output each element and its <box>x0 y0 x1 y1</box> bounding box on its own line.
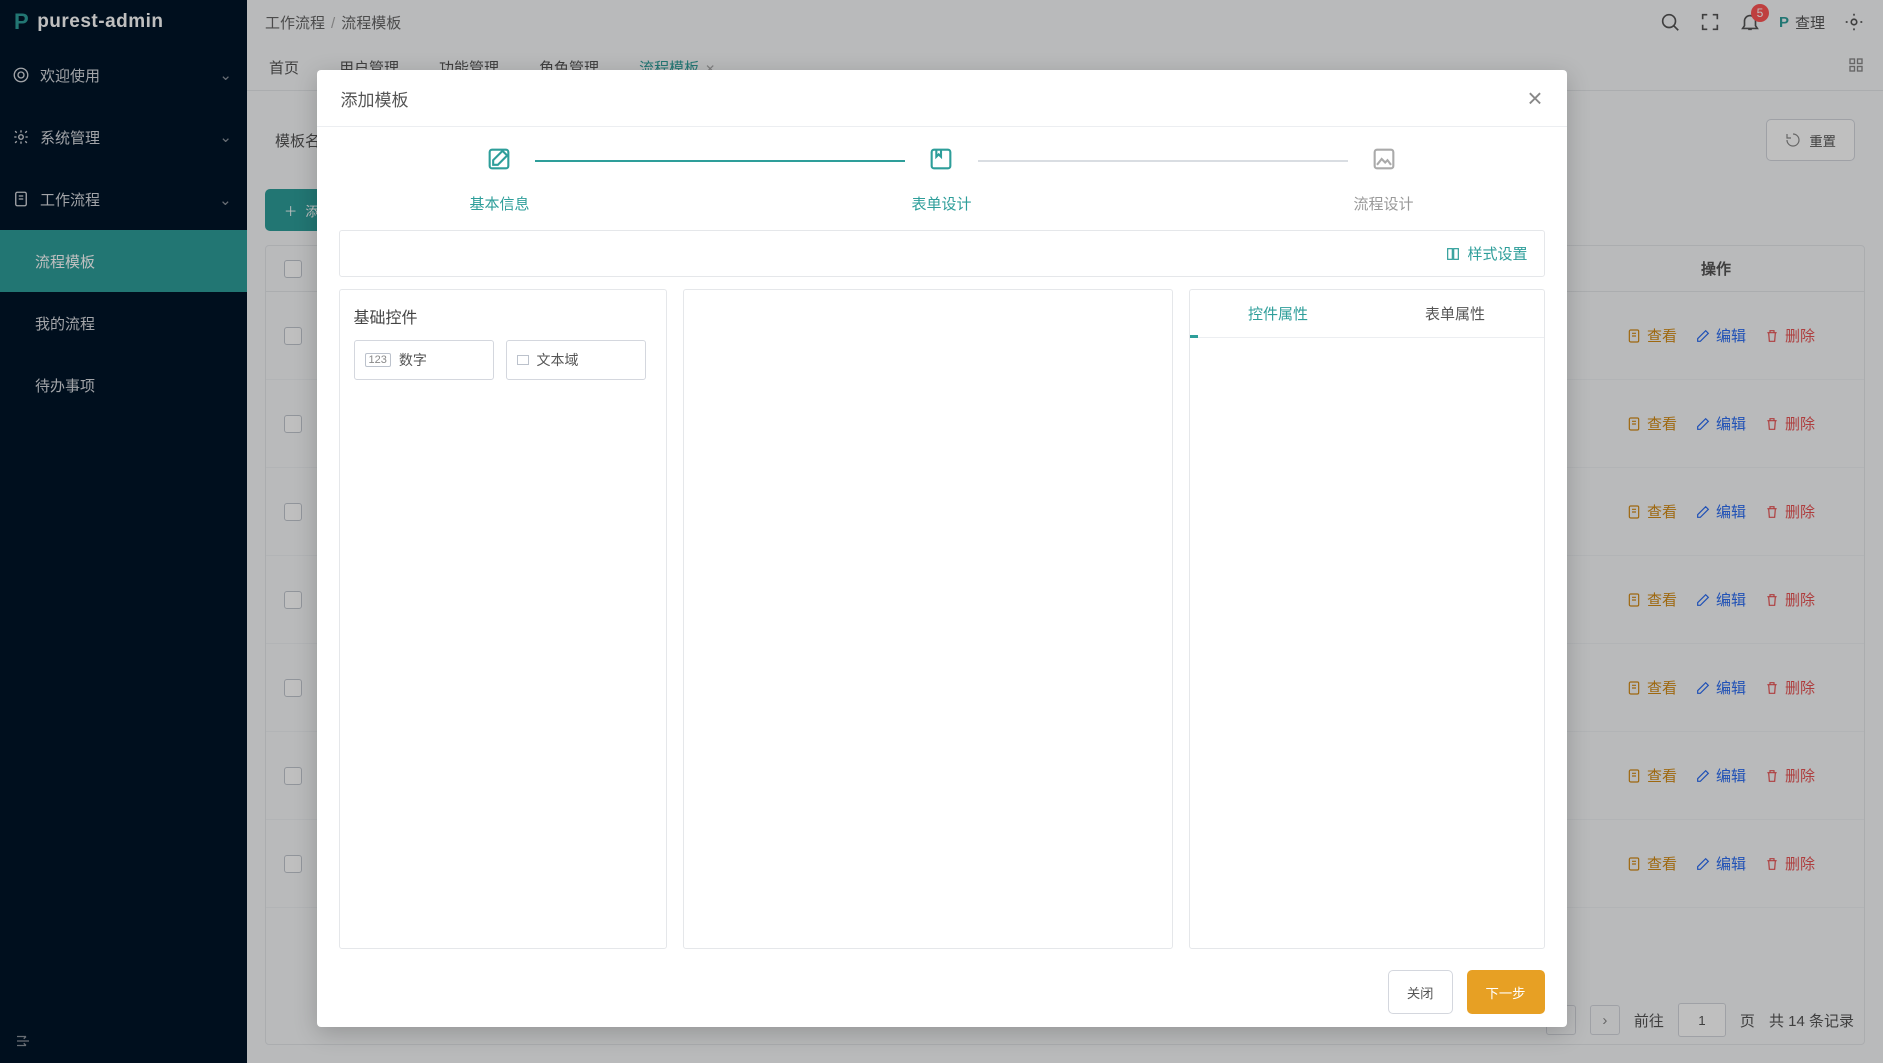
close-icon[interactable]: × <box>1527 83 1542 114</box>
add-template-modal: 添加模板 × 基本信息 表单设计 流程设计 <box>317 70 1567 1027</box>
number-icon: 123 <box>365 353 391 367</box>
next-button[interactable]: 下一步 <box>1467 970 1545 1014</box>
close-button[interactable]: 关闭 <box>1388 970 1453 1014</box>
palette-item-number[interactable]: 123数字 <box>354 340 494 380</box>
step-basic[interactable]: 基本信息 <box>469 145 529 214</box>
palette-header: 基础控件 <box>354 304 652 328</box>
step-form[interactable]: 表单设计 <box>911 145 971 214</box>
controls-palette: 基础控件 123数字 文本域 <box>339 289 667 949</box>
form-icon <box>927 145 955 173</box>
edit-icon <box>485 145 513 173</box>
property-panel: 控件属性 表单属性 <box>1189 289 1545 949</box>
prop-tab-form[interactable]: 表单属性 <box>1367 290 1544 337</box>
style-settings-link[interactable]: 样式设置 <box>1445 243 1527 264</box>
palette-item-textarea[interactable]: 文本域 <box>506 340 646 380</box>
modal-title: 添加模板 <box>341 86 409 111</box>
modal-mask[interactable]: 添加模板 × 基本信息 表单设计 流程设计 <box>0 0 1883 1063</box>
form-canvas[interactable] <box>683 289 1173 949</box>
textarea-icon <box>517 355 529 365</box>
image-icon <box>1370 145 1398 173</box>
step-flow[interactable]: 流程设计 <box>1354 145 1414 214</box>
layout-icon <box>1445 246 1461 262</box>
prop-tab-control[interactable]: 控件属性 <box>1190 290 1367 337</box>
steps-bar: 基本信息 表单设计 流程设计 <box>339 145 1545 214</box>
